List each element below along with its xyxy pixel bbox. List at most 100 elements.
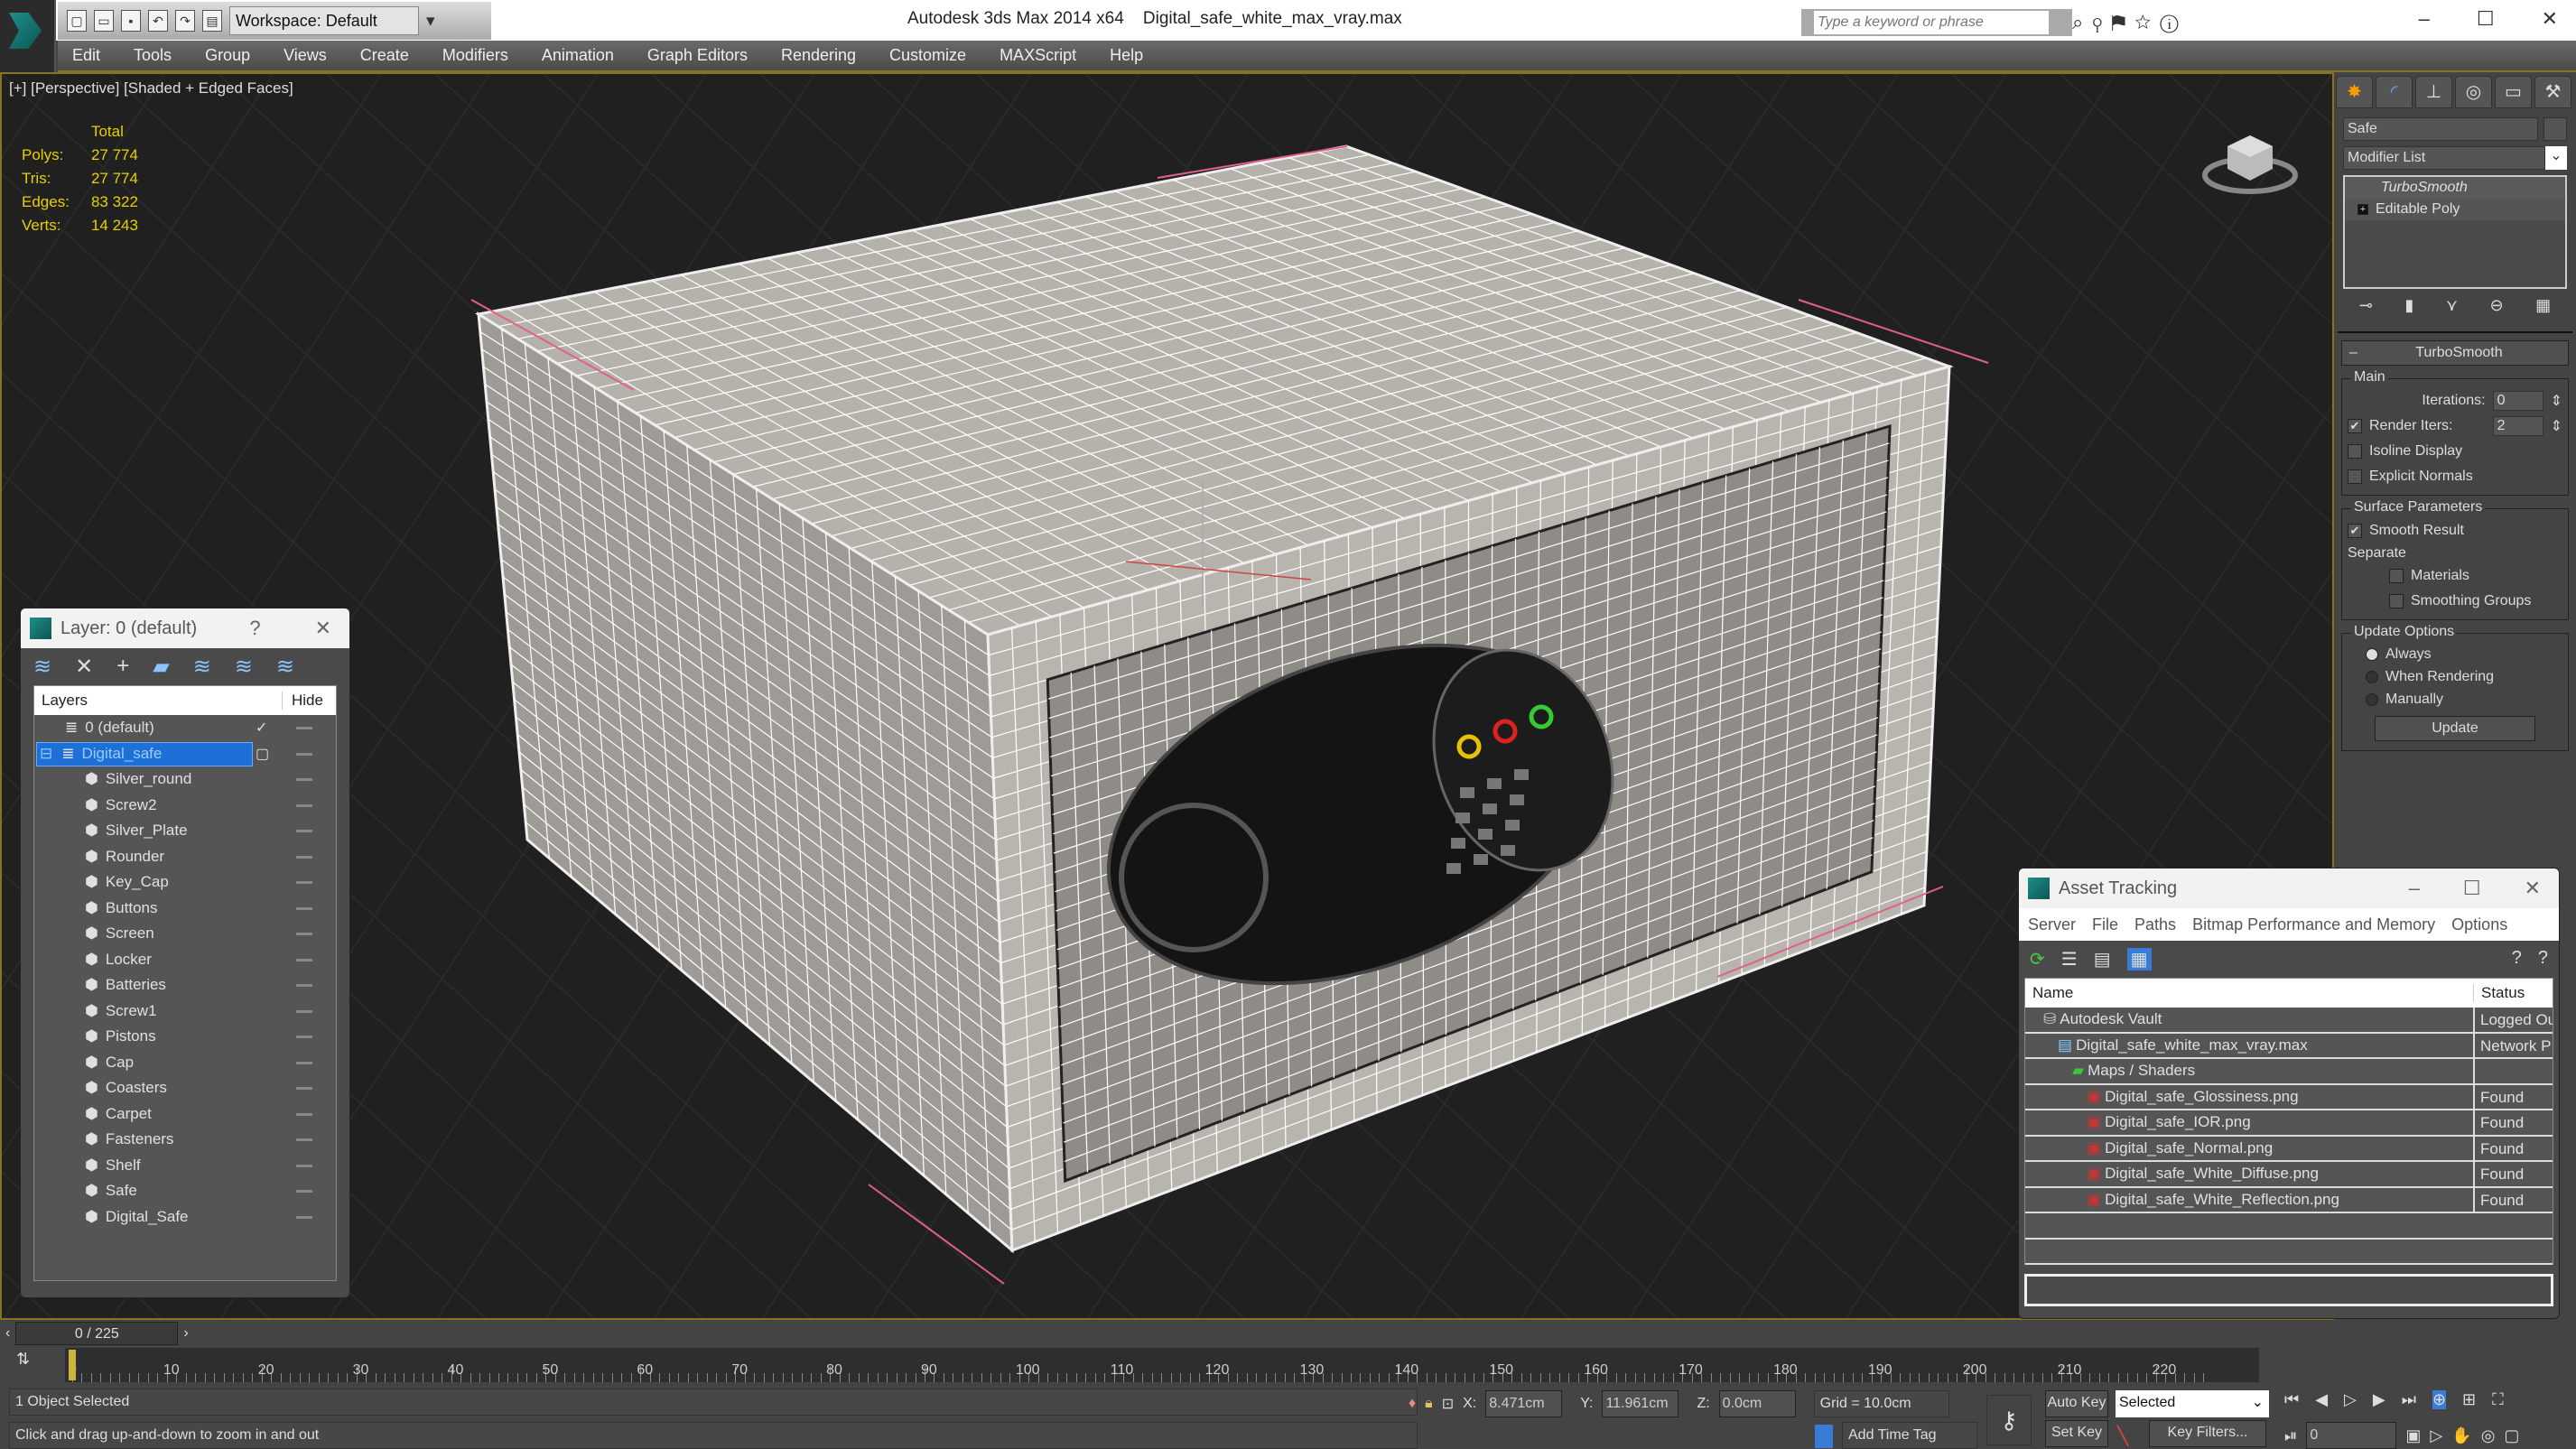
spinner-arrows-icon[interactable]: ⇕: [2551, 417, 2562, 435]
auto-key-button[interactable]: Auto Key: [2045, 1390, 2108, 1417]
smoothing-groups-checkbox[interactable]: [2389, 594, 2404, 608]
smooth-result-checkbox[interactable]: ✔: [2348, 524, 2362, 538]
close-icon[interactable]: ✕: [2525, 877, 2541, 900]
delete-icon[interactable]: ✕: [75, 654, 93, 680]
workspace-dropdown[interactable]: Workspace: Default: [229, 6, 419, 35]
expand-icon[interactable]: +: [2357, 204, 2368, 215]
stack-item-turbosmooth[interactable]: TurboSmooth: [2345, 177, 2565, 199]
track-bar[interactable]: 0102030405060708090100110120130140150160…: [65, 1348, 2259, 1382]
pan-icon[interactable]: ✋: [2451, 1426, 2471, 1445]
signin-icon[interactable]: ⚑: [2111, 11, 2134, 33]
asset-menu-server[interactable]: Server: [2028, 915, 2076, 934]
object-row[interactable]: ⬢ Safe: [34, 1178, 336, 1204]
menu-views[interactable]: Views: [284, 46, 327, 65]
hide-toggle[interactable]: [296, 1036, 312, 1038]
maximize-icon[interactable]: ☐: [2477, 7, 2495, 31]
viewcube-icon[interactable]: [2200, 119, 2300, 200]
key-mode-toggle-icon[interactable]: ⏯: [2284, 1426, 2297, 1445]
radio-button[interactable]: [2366, 692, 2378, 706]
app-menu-button[interactable]: [0, 0, 56, 72]
update-option-always[interactable]: Always: [2366, 643, 2562, 665]
lock-selection-icon[interactable]: 🔒︎: [1425, 1396, 1433, 1412]
hide-toggle[interactable]: [296, 1164, 312, 1167]
hide-toggle[interactable]: [296, 984, 312, 987]
hide-toggle[interactable]: [296, 906, 312, 910]
save-icon[interactable]: ▪: [121, 10, 141, 32]
maximize-viewport-icon[interactable]: ▢: [2504, 1426, 2519, 1445]
hide-toggle[interactable]: [296, 830, 312, 832]
column-header-name[interactable]: Name: [2025, 984, 2473, 1002]
hide-toggle[interactable]: [296, 1009, 312, 1013]
object-row[interactable]: ⬢ Shelf: [34, 1153, 336, 1179]
show-end-result-icon[interactable]: ▮: [2404, 296, 2413, 315]
play-icon[interactable]: ▷: [2344, 1390, 2357, 1409]
asset-row[interactable]: ⛁ Autodesk Vault Logged Ou: [2025, 1008, 2553, 1034]
render-iters-spinner[interactable]: 2: [2492, 416, 2543, 436]
asset-window-titlebar[interactable]: Asset Tracking – ☐ ✕: [2019, 868, 2559, 908]
set-keys-key-icon[interactable]: ⚷: [1986, 1395, 2032, 1445]
hide-toggle[interactable]: [296, 1061, 312, 1064]
asset-menu-paths[interactable]: Paths: [2134, 915, 2176, 934]
current-frame-marker[interactable]: [69, 1350, 76, 1380]
close-icon[interactable]: ✕: [315, 617, 331, 640]
create-icon[interactable]: ✸: [2336, 76, 2373, 108]
key-icon[interactable]: ⚲: [2092, 11, 2111, 33]
object-row[interactable]: ⬢ Carpet: [34, 1101, 336, 1128]
redo-icon[interactable]: ↷: [175, 10, 195, 32]
explicit-normals-checkbox[interactable]: [2348, 469, 2362, 484]
render-iters-checkbox[interactable]: ✔: [2348, 419, 2362, 433]
modify-icon[interactable]: ◜: [2376, 76, 2413, 108]
default-tangent-icon[interactable]: ╲: [2117, 1425, 2128, 1447]
object-row[interactable]: ⬢ Pistons: [34, 1024, 336, 1050]
asset-row[interactable]: ▰ Maps / Shaders: [2025, 1059, 2553, 1085]
menu-tools[interactable]: Tools: [134, 46, 172, 65]
column-header-hide[interactable]: Hide: [282, 692, 336, 710]
orbit-icon[interactable]: ◎: [2481, 1426, 2496, 1445]
hide-toggle[interactable]: [296, 1112, 312, 1116]
layer-window-titlebar[interactable]: Layer: 0 (default)? ✕: [21, 608, 349, 648]
object-name-field[interactable]: Safe: [2343, 117, 2538, 141]
close-icon[interactable]: ✕: [2542, 7, 2558, 31]
remove-modifier-icon[interactable]: ⊖: [2490, 296, 2504, 315]
utilities-icon[interactable]: ⚒: [2534, 76, 2571, 108]
layer-row[interactable]: ⊟ ≣ Digital_safe ▢: [34, 741, 336, 767]
create-layer-icon[interactable]: ≋: [33, 654, 51, 680]
object-row[interactable]: ⬢ Rounder: [34, 844, 336, 870]
help-button[interactable]: ?: [249, 617, 260, 640]
menu-create[interactable]: Create: [360, 46, 409, 65]
chevron-down-icon[interactable]: ⌄: [2545, 146, 2567, 170]
hide-toggle[interactable]: [296, 1087, 312, 1090]
help-icon[interactable]: ?: [2538, 948, 2548, 971]
list-view-icon[interactable]: ☰: [2061, 948, 2078, 971]
add-to-layer-icon[interactable]: +: [116, 654, 129, 680]
hide-toggle[interactable]: [296, 855, 312, 859]
add-time-tag-button[interactable]: Add Time Tag: [1842, 1422, 1977, 1449]
object-row[interactable]: ⬢ Digital_Safe: [34, 1204, 336, 1231]
new-file-icon[interactable]: ▢: [67, 10, 87, 32]
asset-row[interactable]: ▣ Digital_safe_Glossiness.png Found: [2025, 1084, 2553, 1110]
menu-animation[interactable]: Animation: [542, 46, 614, 65]
menu-group[interactable]: Group: [205, 46, 250, 65]
asset-menu-file[interactable]: File: [2092, 915, 2118, 934]
absolute-mode-icon[interactable]: ⊡: [1442, 1395, 1454, 1413]
next-frame-icon[interactable]: ›: [178, 1325, 193, 1342]
object-row[interactable]: ⬢ Screw1: [34, 999, 336, 1025]
update-option-when-rendering[interactable]: When Rendering: [2366, 665, 2562, 688]
display-icon[interactable]: ▭: [2495, 76, 2532, 108]
menu-edit[interactable]: Edit: [72, 46, 100, 65]
next-frame-icon[interactable]: ▶: [2373, 1390, 2385, 1409]
minimize-icon[interactable]: –: [2409, 877, 2420, 900]
materials-checkbox[interactable]: [2389, 569, 2404, 583]
hide-toggle[interactable]: [296, 778, 312, 781]
go-to-start-icon[interactable]: ⏮: [2284, 1390, 2299, 1409]
collapse-icon[interactable]: ⊟: [34, 745, 52, 763]
table-view-icon[interactable]: ▦: [2126, 948, 2152, 971]
stack-item-editable-poly[interactable]: + Editable Poly: [2345, 199, 2565, 220]
spinner-arrows-icon[interactable]: ⇕: [2551, 392, 2562, 410]
zoom-extents-icon[interactable]: ⛶: [2492, 1390, 2504, 1409]
configure-modifier-sets-icon[interactable]: ▦: [2535, 296, 2551, 315]
object-row[interactable]: ⬢ Screw2: [34, 793, 336, 819]
asset-row[interactable]: ▣ Digital_safe_White_Diffuse.png Found: [2025, 1162, 2553, 1188]
update-button[interactable]: Update: [2375, 716, 2535, 741]
asset-row[interactable]: ▣ Digital_safe_Normal.png Found: [2025, 1136, 2553, 1162]
